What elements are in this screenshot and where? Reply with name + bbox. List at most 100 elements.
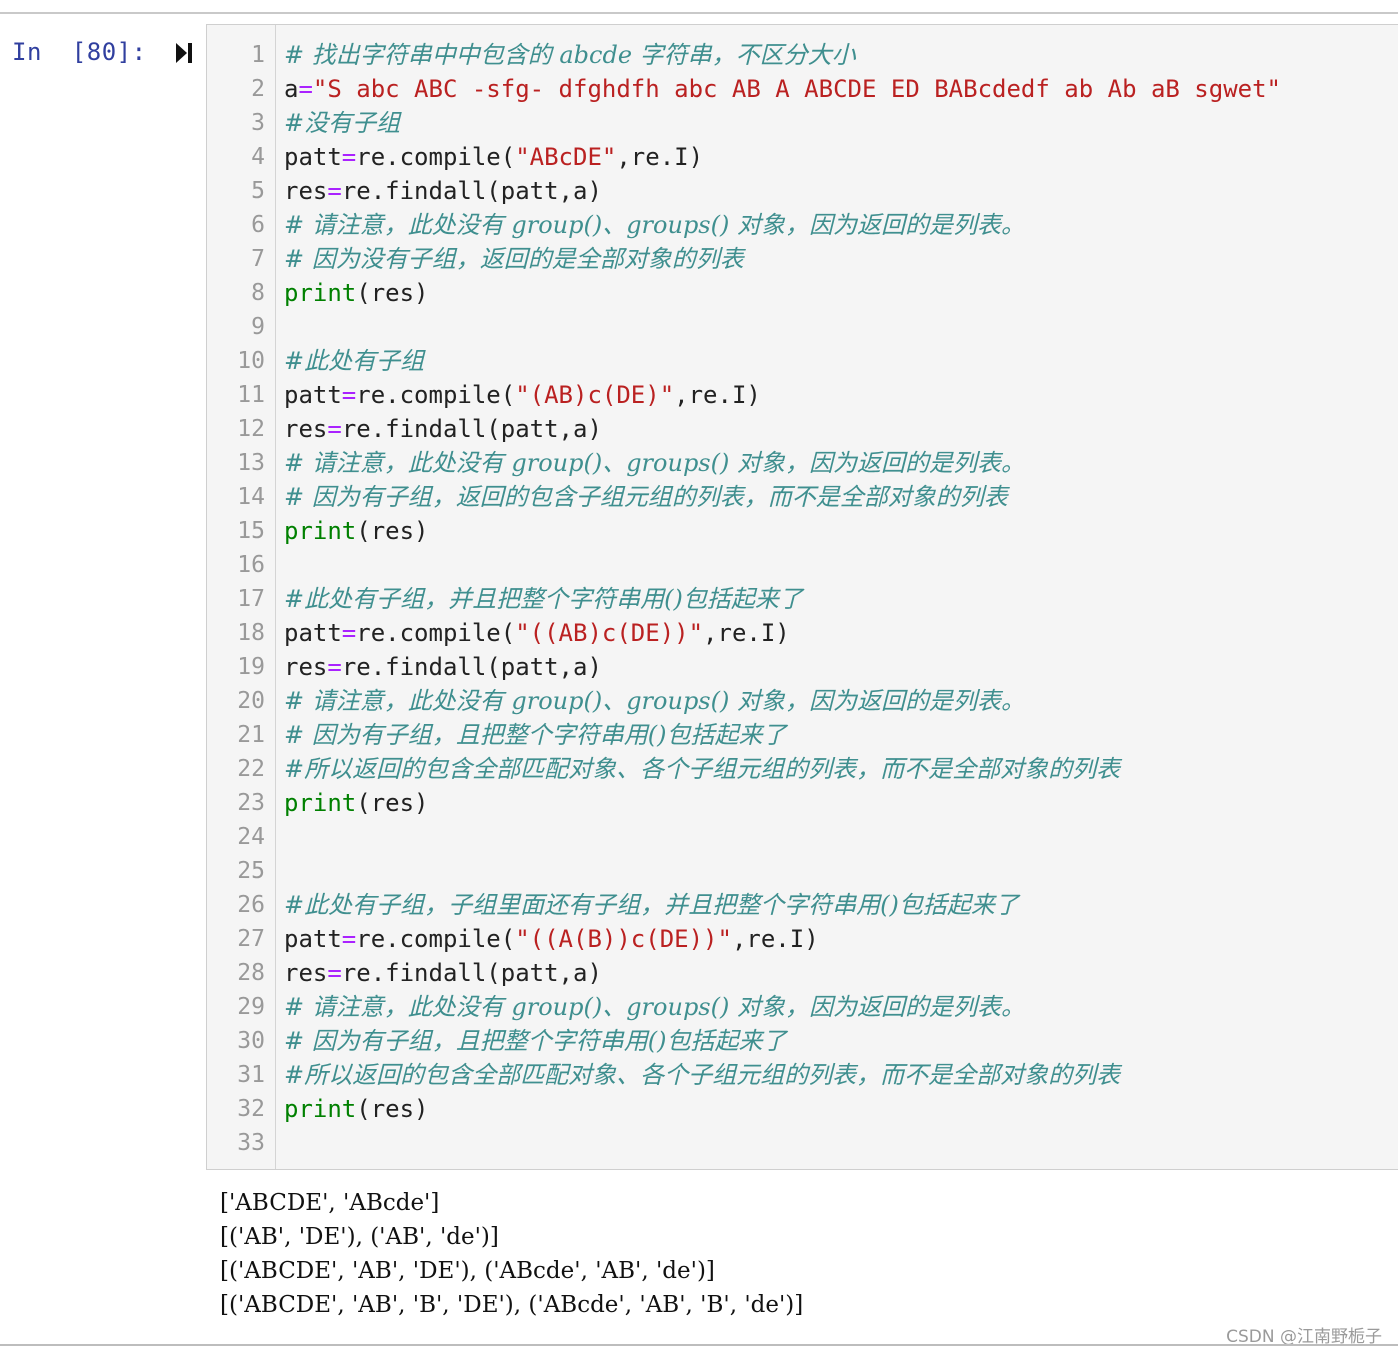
code-text: # 请注意，此处没有 group()、groups() 对象，因为返回的是列表。 (284, 208, 1025, 242)
code-lines: 1 # 找出字符串中中包含的 abcde 字符串，不区分大小 2 a="S abc A… (207, 38, 1398, 1160)
code-comment: # 因为有子组，且把整个字符串用()包括起来了 (284, 721, 787, 749)
code-line[interactable]: 29 # 请注意，此处没有 group()、groups() 对象，因为返回的是列… (207, 990, 1398, 1024)
input-prompt: In [80]: (12, 38, 147, 66)
code-line[interactable]: 5 res=re.findall(patt,a) (207, 174, 1398, 208)
code-text: print(res) (284, 514, 429, 548)
output-line: [('ABCDE', 'AB', 'B', 'DE'), ('ABcde', '… (220, 1292, 804, 1318)
code-string: "((A(B))c(DE))" (515, 925, 732, 953)
code-comment: # 因为有子组，且把整个字符串用()包括起来了 (284, 1027, 787, 1055)
code-line[interactable]: 10 #此处有子组 (207, 344, 1398, 378)
line-number: 11 (237, 382, 265, 408)
code-cell-editor[interactable]: 1 # 找出字符串中中包含的 abcde 字符串，不区分大小 2 a="S abc A… (206, 24, 1398, 1170)
run-cell-icon[interactable] (172, 40, 196, 66)
code-text: patt=re.compile("((AB)c(DE))",re.I) (284, 616, 790, 650)
code-token: (res) (356, 517, 429, 545)
line-number: 28 (237, 960, 265, 986)
code-line[interactable]: 8 print(res) (207, 276, 1398, 310)
code-string: "ABcDE" (515, 143, 617, 171)
code-text: print(res) (284, 276, 429, 310)
code-line[interactable]: 33 (207, 1126, 1398, 1160)
code-operator: = (327, 415, 342, 443)
code-line[interactable]: 28 res=re.findall(patt,a) (207, 956, 1398, 990)
code-text: a="S abc ABC -sfg- dfghdfh abc AB A ABCD… (284, 72, 1281, 106)
code-token: re.compile( (356, 381, 516, 409)
code-token: patt (284, 143, 342, 171)
code-comment: # 因为没有子组，返回的是全部对象的列表 (284, 245, 744, 273)
code-token: re.compile( (356, 925, 516, 953)
code-line[interactable]: 3 #没有子组 (207, 106, 1398, 140)
code-text: #所以返回的包含全部匹配对象、各个子组元组的列表，而不是全部对象的列表 (284, 1058, 1120, 1092)
code-line[interactable]: 19 res=re.findall(patt,a) (207, 650, 1398, 684)
line-number: 27 (237, 926, 265, 952)
code-token: re.findall(patt,a) (341, 653, 602, 681)
code-line[interactable]: 6 # 请注意，此处没有 group()、groups() 对象，因为返回的是列表… (207, 208, 1398, 242)
code-line[interactable]: 26 #此处有子组，子组里面还有子组，并且把整个字符串用()包括起来了 (207, 888, 1398, 922)
code-line[interactable]: 24 (207, 820, 1398, 854)
code-line[interactable]: 2 a="S abc ABC -sfg- dfghdfh abc AB A ABC… (207, 72, 1398, 106)
line-number: 8 (251, 280, 265, 306)
code-token: res (284, 959, 328, 987)
code-text: # 因为没有子组，返回的是全部对象的列表 (284, 242, 744, 276)
line-number: 26 (237, 892, 265, 918)
code-string: "(AB)c(DE)" (515, 381, 675, 409)
line-number: 13 (237, 450, 265, 476)
code-text: #此处有子组，子组里面还有子组，并且把整个字符串用()包括起来了 (284, 888, 1019, 922)
code-line[interactable]: 4 patt=re.compile("ABcDE",re.I) (207, 140, 1398, 174)
line-number: 5 (251, 178, 265, 204)
code-line[interactable]: 18 patt=re.compile("((AB)c(DE))",re.I) (207, 616, 1398, 650)
code-line[interactable]: 1 # 找出字符串中中包含的 abcde 字符串，不区分大小 (207, 38, 1398, 72)
code-operator: = (341, 619, 357, 647)
code-line[interactable]: 15 print(res) (207, 514, 1398, 548)
code-keyword: print (284, 517, 357, 545)
code-line[interactable]: 30 # 因为有子组，且把整个字符串用()包括起来了 (207, 1024, 1398, 1058)
code-token: ,re.I) (674, 381, 761, 409)
line-number: 31 (237, 1062, 265, 1088)
line-number: 1 (251, 42, 265, 68)
code-line[interactable]: 25 (207, 854, 1398, 888)
code-token: re.findall(patt,a) (341, 177, 602, 205)
code-line[interactable]: 12 res=re.findall(patt,a) (207, 412, 1398, 446)
line-number: 16 (237, 552, 265, 578)
code-string: "((AB)c(DE))" (515, 619, 704, 647)
code-text: patt=re.compile("(AB)c(DE)",re.I) (284, 378, 761, 412)
code-line[interactable]: 7 # 因为没有子组，返回的是全部对象的列表 (207, 242, 1398, 276)
cell-output: ['ABCDE', 'ABcde'] [('AB', 'DE'), ('AB', … (220, 1186, 803, 1322)
code-line[interactable]: 31 #所以返回的包含全部匹配对象、各个子组元组的列表，而不是全部对象的列表 (207, 1058, 1398, 1092)
code-token: (res) (356, 279, 429, 307)
line-number: 30 (237, 1028, 265, 1054)
code-token: re.compile( (356, 619, 516, 647)
code-token: ,re.I) (616, 143, 704, 171)
code-comment: # 因为有子组，返回的包含子组元组的列表，而不是全部对象的列表 (284, 483, 1008, 511)
code-text: # 请注意，此处没有 group()、groups() 对象，因为返回的是列表。 (284, 684, 1025, 718)
code-line[interactable]: 13 # 请注意，此处没有 group()、groups() 对象，因为返回的是列… (207, 446, 1398, 480)
code-line[interactable]: 14 # 因为有子组，返回的包含子组元组的列表，而不是全部对象的列表 (207, 480, 1398, 514)
code-comment: # 请注意，此处没有 group()、groups() 对象，因为返回的是列表。 (284, 687, 1025, 715)
code-line[interactable]: 11 patt=re.compile("(AB)c(DE)",re.I) (207, 378, 1398, 412)
code-line[interactable]: 32 print(res) (207, 1092, 1398, 1126)
code-token: re.findall(patt,a) (341, 415, 602, 443)
code-operator: = (341, 381, 357, 409)
line-number: 7 (251, 246, 265, 272)
code-keyword: print (284, 789, 357, 817)
code-text: # 因为有子组，返回的包含子组元组的列表，而不是全部对象的列表 (284, 480, 1008, 514)
code-line[interactable]: 21 # 因为有子组，且把整个字符串用()包括起来了 (207, 718, 1398, 752)
code-line[interactable]: 23 print(res) (207, 786, 1398, 820)
code-line[interactable]: 20 # 请注意，此处没有 group()、groups() 对象，因为返回的是列… (207, 684, 1398, 718)
code-line[interactable]: 16 (207, 548, 1398, 582)
line-number: 25 (237, 858, 265, 884)
code-text: #此处有子组，并且把整个字符串用()包括起来了 (284, 582, 803, 616)
code-line[interactable]: 22 #所以返回的包含全部匹配对象、各个子组元组的列表，而不是全部对象的列表 (207, 752, 1398, 786)
code-comment: #此处有子组 (284, 347, 425, 375)
code-line[interactable]: 27 patt=re.compile("((A(B))c(DE))",re.I) (207, 922, 1398, 956)
line-number: 20 (237, 688, 265, 714)
code-text: patt=re.compile("ABcDE",re.I) (284, 140, 703, 174)
code-line[interactable]: 17 #此处有子组，并且把整个字符串用()包括起来了 (207, 582, 1398, 616)
code-line[interactable]: 9 (207, 310, 1398, 344)
code-text: res=re.findall(patt,a) (284, 412, 602, 446)
line-number: 33 (237, 1130, 265, 1156)
line-number: 15 (237, 518, 265, 544)
code-token: a (284, 75, 299, 103)
code-token: ,re.I) (703, 619, 790, 647)
line-number: 3 (251, 110, 265, 136)
code-comment: # 请注意，此处没有 group()、groups() 对象，因为返回的是列表。 (284, 211, 1025, 239)
